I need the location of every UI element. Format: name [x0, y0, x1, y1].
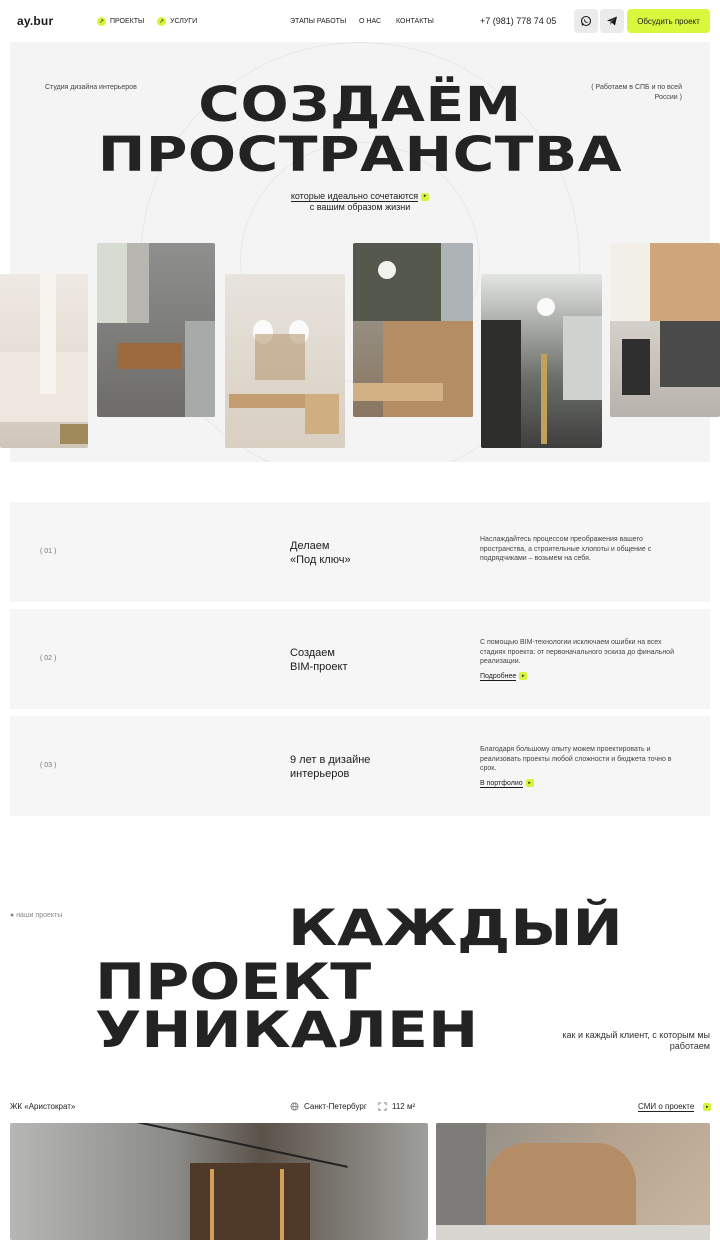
whatsapp-button[interactable] — [574, 9, 598, 33]
nav-projects[interactable]: ↗ ПРОЕКТЫ — [97, 17, 144, 26]
projects-title-line1: КАЖДЫЙ — [288, 899, 623, 957]
feature-card: ( 02 ) Создаем BIM-проект С помощью BIM-т… — [10, 609, 710, 709]
arrow-icon: ↗ — [157, 17, 166, 26]
interior-photo[interactable] — [353, 243, 473, 417]
project-photo[interactable] — [10, 1123, 428, 1240]
interior-photo[interactable] — [610, 243, 720, 417]
interior-photo[interactable] — [225, 274, 345, 448]
arrow-icon: ▸ — [421, 192, 430, 201]
nav-services-label: УСЛУГИ — [170, 18, 198, 25]
feature-title: Делаем «Под ключ» — [290, 540, 351, 566]
feature-title: Создаем BIM-проект — [290, 647, 348, 673]
project-city: Санкт-Петербург — [290, 1102, 367, 1111]
arrow-icon: ↗ — [97, 17, 106, 26]
nav-about[interactable]: О НАС — [359, 18, 381, 25]
feature-card: ( 01 ) Делаем «Под ключ» Наслаждайтесь пр… — [10, 502, 710, 602]
project-name[interactable]: ЖК «Аристократ» — [10, 1102, 75, 1111]
whatsapp-icon — [580, 15, 592, 27]
feature-description: Наслаждайтесь процессом преображения ваш… — [480, 536, 652, 562]
more-link[interactable]: Подробнее ▸ — [480, 672, 528, 681]
arrow-icon: ▸ — [519, 672, 528, 680]
hero-sub-line2: с вашим образом жизни — [309, 202, 411, 212]
telegram-button[interactable] — [600, 9, 624, 33]
projects-title-line3: УНИКАЛЕН — [95, 1001, 479, 1059]
discuss-project-button[interactable]: Обсудить проект — [627, 9, 710, 33]
globe-icon — [290, 1102, 299, 1111]
feature-number: ( 03 ) — [40, 762, 57, 769]
feature-number: ( 02 ) — [40, 655, 57, 662]
nav-contacts[interactable]: КОНТАКТЫ — [396, 18, 434, 25]
hero-subtitle: которые идеально сочетаются ▸ с вашим обр… — [10, 191, 710, 213]
arrow-icon: ▸ — [525, 779, 534, 787]
hero-title-line1: СОЗДАЁМ — [198, 77, 522, 133]
hero-title-line2: ПРОСТРАНСТВА — [97, 127, 623, 183]
feature-description: С помощью BIM-технологии исключаем ошибк… — [480, 639, 674, 665]
logo[interactable]: ay.bur — [17, 14, 53, 28]
hero-sub-link[interactable]: которые идеально сочетаются — [290, 191, 419, 202]
nav-projects-label: ПРОЕКТЫ — [110, 18, 145, 25]
interior-photo[interactable] — [0, 274, 88, 448]
site-header: ay.bur ↗ ПРОЕКТЫ ↗ УСЛУГИ ЭТАПЫ РАБОТЫ О… — [0, 0, 720, 42]
feature-card: ( 03 ) 9 лет в дизайне интерьеров Благода… — [10, 716, 710, 816]
arrow-icon: ▸ — [703, 1103, 712, 1111]
feature-number: ( 01 ) — [40, 548, 57, 555]
section-label: ● наши проекты — [10, 912, 63, 919]
project-area: 112 м² — [378, 1102, 415, 1111]
feature-description: Благодаря большому опыту можем проектиро… — [480, 746, 672, 772]
project-photo[interactable] — [436, 1123, 710, 1240]
expand-icon — [378, 1102, 387, 1111]
nav-stages[interactable]: ЭТАПЫ РАБОТЫ — [290, 18, 346, 25]
portfolio-link[interactable]: В портфолио ▸ — [480, 779, 534, 788]
projects-note: как и каждый клиент, с которым мы работа… — [562, 1030, 710, 1051]
nav-services[interactable]: ↗ УСЛУГИ — [157, 17, 197, 26]
media-link[interactable]: СМИ о проекте ▸ — [638, 1102, 712, 1112]
interior-photo[interactable] — [97, 243, 215, 417]
phone-link[interactable]: +7 (981) 778 74 05 — [480, 16, 556, 26]
interior-photo[interactable] — [481, 274, 602, 448]
feature-title: 9 лет в дизайне интерьеров — [290, 754, 371, 780]
telegram-icon — [607, 16, 617, 26]
